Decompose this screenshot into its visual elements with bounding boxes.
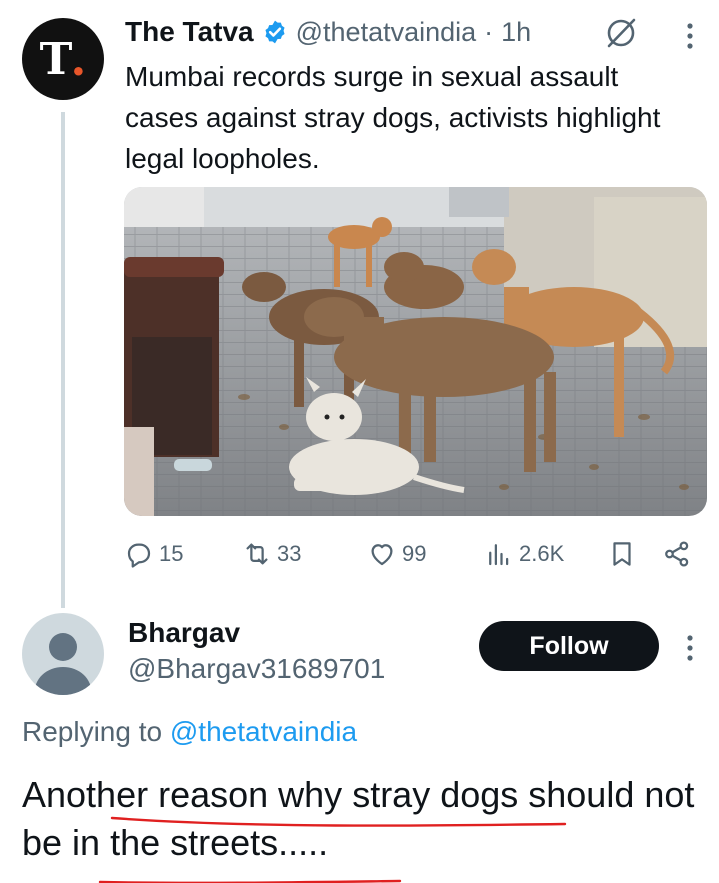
- tweet-photo[interactable]: [124, 187, 707, 516]
- tweet-header: The Tatva @thetatvaindia · 1h: [125, 12, 531, 52]
- red-underline-annotation: [98, 816, 567, 883]
- replying-prefix: Replying to: [22, 716, 170, 747]
- heart-icon: [371, 544, 393, 566]
- thread-line: [61, 112, 65, 608]
- share-icon: [665, 541, 689, 567]
- reply-count: 15: [159, 541, 184, 566]
- avatar-letter: T: [39, 33, 73, 85]
- reply-icon: [127, 543, 151, 568]
- reply-more-options-icon[interactable]: [680, 632, 700, 664]
- replying-mention[interactable]: @thetatvaindia: [170, 716, 357, 747]
- reply-display-name[interactable]: Bhargav: [128, 617, 240, 649]
- separator: ·: [484, 16, 494, 47]
- bookmark-action[interactable]: [607, 534, 637, 574]
- views-count: 2.6K: [519, 541, 565, 566]
- handle[interactable]: @thetatvaindia: [296, 17, 477, 48]
- repost-icon: [246, 543, 268, 565]
- repost-count: 33: [277, 541, 302, 566]
- tweet-actions: 15 33 99 2.6K: [124, 534, 707, 574]
- like-count: 99: [402, 541, 427, 566]
- verified-badge-icon: [265, 20, 285, 44]
- timestamp[interactable]: 1h: [501, 17, 531, 48]
- reply-action[interactable]: 15: [124, 534, 183, 574]
- more-options-icon[interactable]: [680, 20, 700, 52]
- follow-button[interactable]: Follow: [479, 621, 659, 671]
- share-action[interactable]: [662, 534, 692, 574]
- tweet-text: Mumbai records surge in sexual assault c…: [125, 61, 661, 174]
- replying-to: Replying to @thetatvaindia: [22, 716, 357, 748]
- bookmark-icon: [613, 542, 631, 566]
- stray-dogs-photo-icon: [124, 187, 707, 516]
- avatar-dot: .: [70, 32, 87, 86]
- repost-action[interactable]: 33: [242, 534, 301, 574]
- grok-icon[interactable]: [604, 16, 638, 50]
- like-action[interactable]: 99: [367, 534, 426, 574]
- display-name[interactable]: The Tatva: [125, 16, 254, 48]
- views-chart-icon: [489, 544, 509, 566]
- reply-handle[interactable]: @Bhargav31689701: [128, 653, 385, 685]
- reply-avatar[interactable]: [22, 613, 104, 695]
- avatar[interactable]: T.: [22, 18, 104, 100]
- views-action[interactable]: 2.6K: [484, 534, 564, 574]
- default-user-icon: [34, 633, 92, 695]
